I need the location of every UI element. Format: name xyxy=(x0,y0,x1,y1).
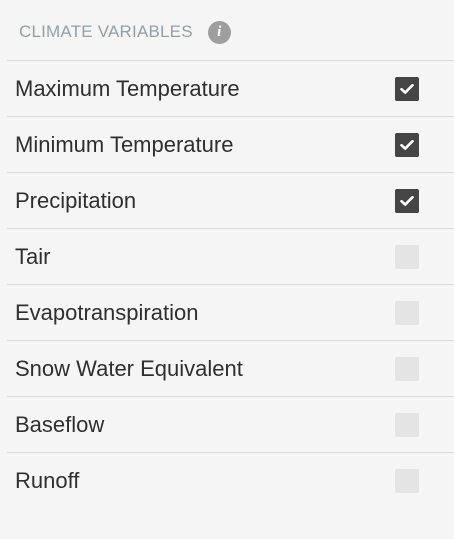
variable-label: Baseflow xyxy=(15,412,105,437)
variable-label: Runoff xyxy=(15,468,80,493)
variable-row-snow-water-equivalent[interactable]: Snow Water Equivalent xyxy=(7,340,454,396)
variable-checkbox[interactable] xyxy=(395,245,419,269)
variable-row-tair[interactable]: Tair xyxy=(7,228,454,284)
checkmark-icon xyxy=(400,195,414,206)
variable-checkbox[interactable] xyxy=(395,413,419,437)
variable-checkbox[interactable] xyxy=(395,133,419,157)
variable-label: Maximum Temperature xyxy=(15,76,240,101)
checkmark-icon xyxy=(400,139,414,150)
info-icon[interactable]: i xyxy=(207,20,231,44)
climate-variable-list: Maximum Temperature Minimum Temperature … xyxy=(7,60,454,508)
variable-row-runoff[interactable]: Runoff xyxy=(7,452,454,508)
variable-checkbox[interactable] xyxy=(395,357,419,381)
variable-label: Evapotranspiration xyxy=(15,300,199,325)
variable-label: Minimum Temperature xyxy=(15,132,234,157)
variable-checkbox[interactable] xyxy=(395,189,419,213)
section-title: CLIMATE VARIABLES xyxy=(19,22,193,41)
checkmark-icon xyxy=(400,83,414,94)
variable-row-minimum-temperature[interactable]: Minimum Temperature xyxy=(7,116,454,172)
variable-row-evapotranspiration[interactable]: Evapotranspiration xyxy=(7,284,454,340)
variable-checkbox[interactable] xyxy=(395,77,419,101)
variable-label: Tair xyxy=(15,244,51,269)
variable-checkbox[interactable] xyxy=(395,469,419,493)
variable-row-maximum-temperature[interactable]: Maximum Temperature xyxy=(7,60,454,116)
variable-checkbox[interactable] xyxy=(395,301,419,325)
section-header: CLIMATE VARIABLES i xyxy=(19,19,231,45)
climate-variables-panel: CLIMATE VARIABLES i Maximum Temperature … xyxy=(0,0,454,539)
variable-label: Precipitation xyxy=(15,188,137,213)
variable-label: Snow Water Equivalent xyxy=(15,356,243,381)
variable-row-baseflow[interactable]: Baseflow xyxy=(7,396,454,452)
variable-row-precipitation[interactable]: Precipitation xyxy=(7,172,454,228)
